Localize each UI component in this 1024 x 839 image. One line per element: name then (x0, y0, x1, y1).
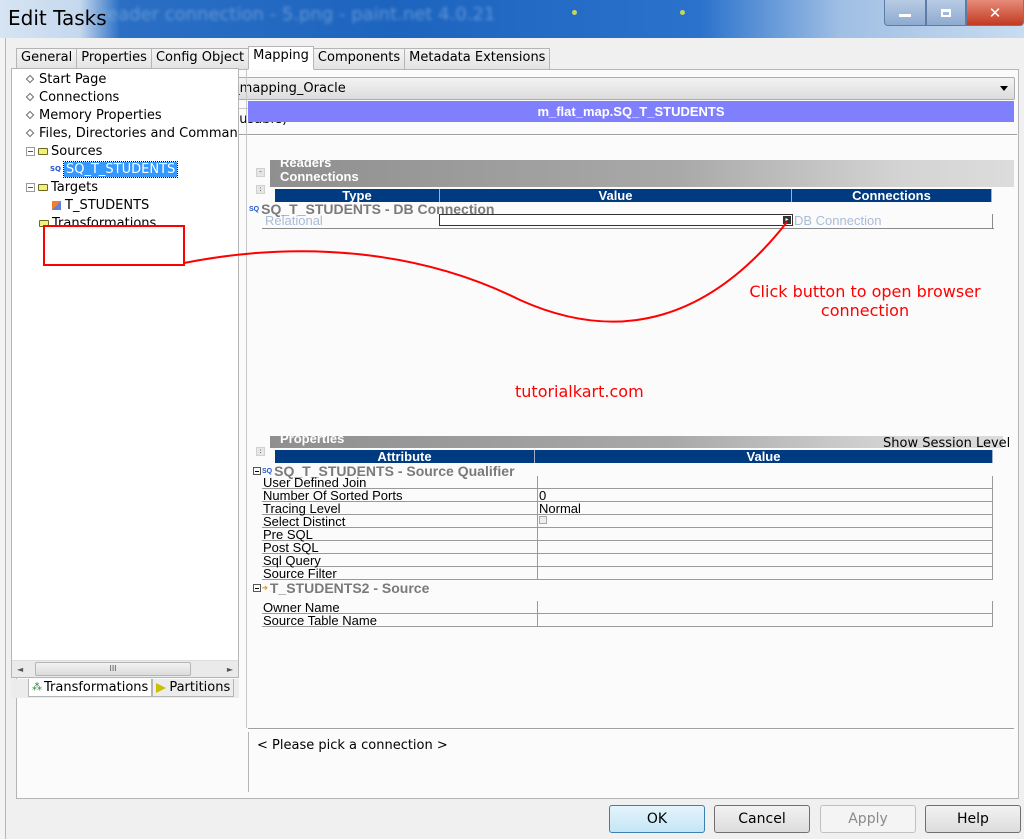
show-session-level-link[interactable]: Show Session Level (883, 436, 1010, 451)
callout-line-2: connection (820, 301, 910, 320)
table-row[interactable]: Select Distinct (262, 515, 993, 528)
collapse-icon[interactable] (253, 584, 261, 592)
column-header-attribute[interactable]: Attribute (275, 450, 535, 463)
properties-table-header: Attribute Value (275, 450, 993, 463)
tab-mapping[interactable]: Mapping (248, 46, 314, 70)
column-header-value[interactable]: Value (535, 450, 993, 463)
group-title: T_STUDENTS2 - Source (269, 580, 430, 596)
attribute-name: Source Table Name (263, 613, 377, 628)
source-icon: ➔ (262, 585, 268, 592)
attribute-value[interactable] (537, 567, 993, 580)
cancel-button[interactable]: Cancel (714, 805, 810, 833)
annotation-overlay (43, 221, 788, 323)
attribute-value[interactable] (537, 554, 993, 567)
highlight-box (43, 225, 185, 266)
separator (248, 728, 1014, 730)
attribute-value[interactable] (537, 601, 993, 614)
message-text: < Please pick a connection > (257, 738, 448, 753)
select-distinct-checkbox[interactable] (539, 516, 547, 524)
watermark: tutorialkart.com (515, 382, 644, 401)
attribute-value[interactable]: Normal (537, 502, 993, 516)
help-button[interactable]: Help (925, 805, 1021, 833)
collapse-properties-icon[interactable]: : (256, 447, 265, 456)
table-row[interactable]: Source Table Name (262, 614, 993, 627)
callout-curve (183, 221, 788, 323)
properties-label: Properties (280, 436, 345, 446)
source-qualifier-icon: SQ (262, 467, 273, 475)
apply-button[interactable]: Apply (820, 805, 916, 833)
ok-button[interactable]: OK (609, 805, 705, 833)
table-row[interactable]: Tracing Level Normal (262, 502, 993, 516)
callout-line-1: Click button to open browser (749, 282, 981, 301)
collapse-icon[interactable] (253, 467, 261, 475)
attribute-value[interactable] (537, 541, 993, 554)
table-row[interactable]: Source Filter (262, 567, 993, 580)
table-row[interactable]: Number Of Sorted Ports 0 (262, 489, 993, 503)
table-row[interactable]: Pre SQL (262, 528, 993, 541)
attribute-value[interactable]: 0 (537, 489, 993, 503)
attribute-value (537, 515, 993, 528)
connection-message: < Please pick a connection > (248, 732, 1014, 792)
attribute-value[interactable] (537, 476, 993, 489)
table-row[interactable]: Sql Query (262, 554, 993, 567)
attribute-value[interactable] (537, 528, 993, 541)
attribute-name: Source Filter (263, 566, 337, 581)
attribute-value[interactable] (537, 614, 993, 627)
property-group-header: ➔ T_STUDENTS2 - Source (253, 580, 429, 596)
table-row[interactable]: Post SQL (262, 541, 993, 554)
callout-text: Click button to open browser connection (735, 282, 995, 320)
